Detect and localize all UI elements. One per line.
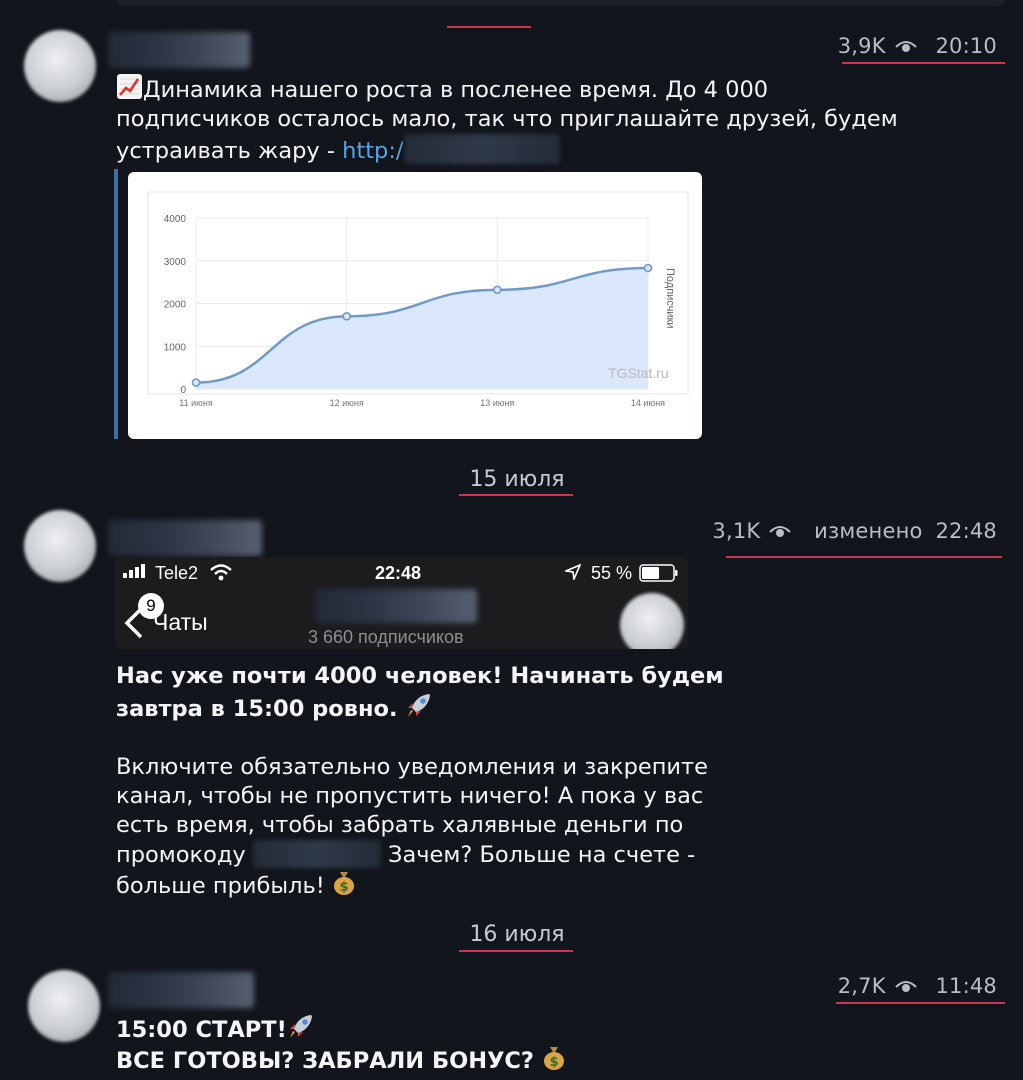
edited-label: изменено xyxy=(814,519,923,543)
back-chats-label[interactable]: Чаты xyxy=(153,609,208,636)
post-time: 22:48 xyxy=(935,519,997,543)
svg-text:$: $ xyxy=(549,1055,558,1070)
location-arrow-icon xyxy=(565,564,581,580)
separator-underline xyxy=(459,950,573,952)
money-bag-icon: $ xyxy=(333,872,354,895)
chart-ytick-label: 2000 xyxy=(164,300,187,311)
subscribers-chart: 0 1000 2000 3000 4000 11 июня 12 июня 13 июня 1… xyxy=(147,191,689,408)
chart-ylabel: Подписчики xyxy=(664,268,676,329)
signal-bars-icon xyxy=(123,564,145,578)
view-count: 3,1K xyxy=(712,519,761,543)
carrier-label: Tele2 xyxy=(155,563,199,583)
battery-percent: 55 % xyxy=(591,563,633,583)
date-separator-16-july: 16 июля xyxy=(469,922,565,947)
link-redacted[interactable] xyxy=(403,134,560,164)
view-count: 2,7K xyxy=(837,974,886,998)
subscriber-count: 3 660 подписчиков xyxy=(308,627,464,647)
chart-watermark: TGStat.ru xyxy=(608,365,669,381)
channel-title-redacted xyxy=(315,589,477,623)
quote-bar xyxy=(114,169,118,439)
previous-message-bubble xyxy=(115,0,1007,6)
chart-ytick-label: 0 xyxy=(180,385,186,396)
chart-ytick-label: 1000 xyxy=(164,342,187,353)
meta-underline xyxy=(836,1002,1005,1004)
post-meta: 2,7K 11:48 xyxy=(838,974,997,998)
post-text: Динамика нашего роста в послeнее время. … xyxy=(116,73,898,166)
separator-underline xyxy=(459,494,573,496)
date-separator-15-july: 15 июля xyxy=(469,467,565,492)
post-text: 15:00 СТАРТ! ВСЕ ГОТОВЫ? ЗАБРАЛИ БОНУС? … xyxy=(116,1012,756,1076)
chart-increasing-icon xyxy=(117,74,142,99)
separator-underline xyxy=(447,26,531,28)
chart-xtick-label: 14 июня xyxy=(631,398,665,408)
svg-text:$: $ xyxy=(339,880,348,895)
growth-chart-image[interactable]: 0 1000 2000 3000 4000 11 июня 12 июня 13 июня 1… xyxy=(128,172,702,439)
channel-avatar-small[interactable] xyxy=(620,593,684,649)
meta-underline xyxy=(726,556,1002,558)
post-time: 20:10 xyxy=(935,34,997,58)
post-meta: 3,1K изменено 22:48 xyxy=(712,519,997,543)
chart-xtick-label: 13 июня xyxy=(480,398,514,408)
meta-underline xyxy=(842,62,1005,64)
phone-clock: 22:48 xyxy=(375,563,422,583)
promo-code-redacted[interactable] xyxy=(252,840,381,868)
channel-name-redacted[interactable] xyxy=(108,520,262,556)
view-count: 3,9K xyxy=(837,34,886,58)
wifi-icon xyxy=(210,564,232,581)
chart-data-point xyxy=(191,378,201,387)
eye-icon xyxy=(894,981,917,992)
channel-avatar[interactable] xyxy=(24,510,96,582)
chart-ytick-label: 4000 xyxy=(164,214,187,225)
post-text: Нас уже почти 4000 человек! Начинать буд… xyxy=(116,663,724,899)
channel-avatar[interactable] xyxy=(24,30,96,102)
rocket-icon xyxy=(289,1015,312,1038)
chart-xtick-label: 12 июня xyxy=(330,398,364,408)
rocket-icon xyxy=(408,694,431,717)
chart-xtick-label: 11 июня xyxy=(179,398,213,408)
channel-name-redacted[interactable] xyxy=(108,972,254,1008)
money-bag-icon: $ xyxy=(543,1047,564,1070)
chart-ytick-label: 3000 xyxy=(164,257,187,268)
chart-data-point xyxy=(342,312,351,321)
channel-name-redacted[interactable] xyxy=(108,32,250,68)
channel-avatar[interactable] xyxy=(28,970,100,1042)
post-meta: 3,9K 20:10 xyxy=(838,34,997,58)
post-time: 11:48 xyxy=(935,974,997,998)
eye-icon xyxy=(769,526,791,537)
chart-data-point xyxy=(493,285,502,295)
invite-link[interactable]: http:/ xyxy=(342,138,403,164)
battery-icon xyxy=(639,564,678,582)
eye-icon xyxy=(894,41,917,52)
chart-data-point xyxy=(643,263,653,273)
phone-screenshot[interactable]: Tele2 22:48 55 % 9 Чаты 3 660 подписчико… xyxy=(115,557,688,649)
